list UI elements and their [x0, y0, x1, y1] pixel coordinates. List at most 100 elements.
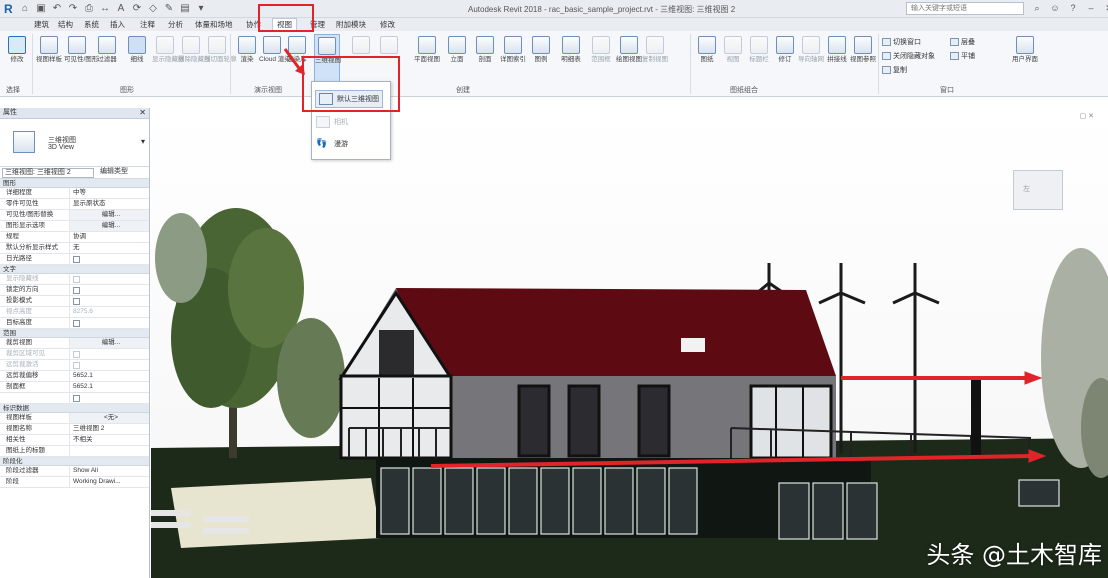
- tab-architecture[interactable]: 建筑: [34, 19, 49, 30]
- modify-button[interactable]: 修改: [4, 34, 30, 63]
- redo-icon[interactable]: ↷: [68, 3, 78, 14]
- remove-hidden-lines-button[interactable]: 删除隐藏线: [178, 34, 211, 63]
- type-selector[interactable]: 三维视图 3D View ▾: [0, 119, 149, 167]
- property-value[interactable]: 无: [70, 243, 149, 253]
- revisions-button[interactable]: 修订: [772, 34, 798, 63]
- property-edit-button[interactable]: 编辑...: [70, 338, 149, 348]
- tab-addins[interactable]: 附加模块: [336, 19, 366, 30]
- close-hidden-button[interactable]: 关闭隐藏对象: [882, 51, 935, 61]
- property-checkbox[interactable]: [70, 296, 149, 306]
- render-button[interactable]: 渲染: [234, 34, 260, 63]
- tab-massing-site[interactable]: 体量和场地: [195, 19, 233, 30]
- tab-analyze[interactable]: 分析: [168, 19, 183, 30]
- view-template-button[interactable]: 视图样板: [36, 34, 62, 63]
- tab-structure[interactable]: 结构: [58, 19, 73, 30]
- property-value[interactable]: 显示原状态: [70, 199, 149, 209]
- thin-lines-button[interactable]: 细线: [124, 34, 150, 63]
- property-value[interactable]: 5652.1: [70, 371, 149, 381]
- user-icon[interactable]: ☺: [1050, 3, 1060, 14]
- cascade-button[interactable]: 层叠: [950, 37, 975, 47]
- property-checkbox[interactable]: [70, 254, 149, 264]
- show-hidden-lines-button[interactable]: 显示隐藏线: [152, 34, 185, 63]
- cut-profile-button[interactable]: 剖切面轮廓: [204, 34, 237, 63]
- title-block-button[interactable]: 标题栏: [746, 34, 772, 63]
- camera-item[interactable]: 相机: [316, 116, 348, 128]
- checkbox[interactable]: [73, 320, 80, 327]
- walkthrough-item[interactable]: 👣 漫游: [316, 138, 348, 150]
- property-checkbox[interactable]: [70, 349, 149, 359]
- checkbox[interactable]: [73, 256, 80, 263]
- property-value[interactable]: Working Drawi...: [70, 477, 149, 487]
- property-value[interactable]: 5652.1: [70, 382, 149, 392]
- close-icon[interactable]: ✕: [139, 108, 146, 118]
- view-reference-button[interactable]: 视图参照: [850, 34, 876, 63]
- 3d-view-icon[interactable]: ◇: [148, 3, 158, 14]
- checkbox[interactable]: [73, 287, 80, 294]
- help-icon[interactable]: ?: [1068, 3, 1078, 14]
- property-edit-button[interactable]: 编辑...: [70, 221, 149, 231]
- open-icon[interactable]: ⌂: [20, 3, 30, 14]
- property-value[interactable]: 8275.6: [70, 307, 149, 317]
- checkbox[interactable]: [73, 395, 80, 402]
- property-section-header[interactable]: 标识数据: [0, 404, 149, 413]
- property-checkbox[interactable]: [70, 285, 149, 295]
- search-icon[interactable]: ⌕: [1032, 3, 1042, 14]
- print-icon[interactable]: ⎙: [84, 3, 94, 14]
- edit-type-button[interactable]: 编辑类型: [98, 168, 146, 178]
- viewcube[interactable]: [1013, 170, 1063, 210]
- switch-windows-button[interactable]: 切换窗口: [882, 37, 921, 47]
- property-checkbox[interactable]: [70, 393, 149, 403]
- guide-grid-button[interactable]: 导向轴网: [798, 34, 824, 63]
- save-icon[interactable]: ▣: [36, 3, 46, 14]
- callout-button[interactable]: 详图索引: [500, 34, 526, 63]
- duplicate-view-button[interactable]: 复制视图: [642, 34, 668, 63]
- property-section-header[interactable]: 范围: [0, 329, 149, 338]
- undo-icon[interactable]: ↶: [52, 3, 62, 14]
- 3d-viewport[interactable]: ▢ ✕ 左 头条 @土木智库: [151, 108, 1108, 578]
- property-edit-button[interactable]: <无>: [70, 413, 149, 423]
- tab-systems[interactable]: 系统: [84, 19, 99, 30]
- visibility-graphics-button[interactable]: 可见性/图形: [64, 34, 98, 63]
- qat-dropdown-icon[interactable]: ▾: [196, 3, 206, 14]
- property-checkbox[interactable]: [70, 274, 149, 284]
- property-section-header[interactable]: 图形: [0, 179, 149, 188]
- user-interface-button[interactable]: 用户界面: [1012, 34, 1038, 63]
- schedules-button[interactable]: 明细表: [558, 34, 584, 63]
- checkbox[interactable]: [73, 362, 80, 369]
- tab-annotate[interactable]: 注释: [140, 19, 155, 30]
- property-checkbox[interactable]: [70, 360, 149, 370]
- tab-insert[interactable]: 插入: [110, 19, 125, 30]
- checkbox[interactable]: [73, 351, 80, 358]
- app-logo[interactable]: R: [4, 2, 13, 16]
- minimize-icon[interactable]: –: [1086, 3, 1096, 14]
- matchline-button[interactable]: 拼接线: [824, 34, 850, 63]
- close-icon[interactable]: ✕: [1104, 3, 1108, 14]
- tab-modify[interactable]: 修改: [380, 19, 395, 30]
- property-section-header[interactable]: 文字: [0, 265, 149, 274]
- property-value[interactable]: 三维视图 2: [70, 424, 149, 434]
- text-icon[interactable]: A: [116, 3, 126, 14]
- checkbox[interactable]: [73, 276, 80, 283]
- legends-button[interactable]: 图例: [528, 34, 554, 63]
- measure-icon[interactable]: ↔: [100, 3, 110, 14]
- checkbox[interactable]: [73, 298, 80, 305]
- property-value[interactable]: 不相关: [70, 435, 149, 445]
- chevron-down-icon[interactable]: ▾: [141, 137, 145, 146]
- detail-callout-button[interactable]: [376, 34, 402, 54]
- create-section-button[interactable]: 剖面: [472, 34, 498, 63]
- cloud-render-button[interactable]: Cloud 渲染: [259, 34, 291, 63]
- property-value[interactable]: [70, 446, 149, 456]
- replicate-button[interactable]: 复制: [882, 65, 907, 75]
- viewport-window-controls[interactable]: ▢ ✕: [1080, 112, 1094, 120]
- elevation-button[interactable]: 立面: [444, 34, 470, 63]
- sheet-button[interactable]: 图纸: [694, 34, 720, 63]
- filters-button[interactable]: 过滤器: [94, 34, 120, 63]
- sync-icon[interactable]: ⟳: [132, 3, 142, 14]
- property-value[interactable]: Show All: [70, 466, 149, 476]
- property-value[interactable]: 中等: [70, 188, 149, 198]
- scope-box-button[interactable]: 范围框: [588, 34, 614, 63]
- property-value[interactable]: 协调: [70, 232, 149, 242]
- drafting-view-button[interactable]: 绘图视图: [616, 34, 642, 63]
- section-icon[interactable]: ✎: [164, 3, 174, 14]
- close-hidden-icon[interactable]: ▤: [180, 3, 190, 14]
